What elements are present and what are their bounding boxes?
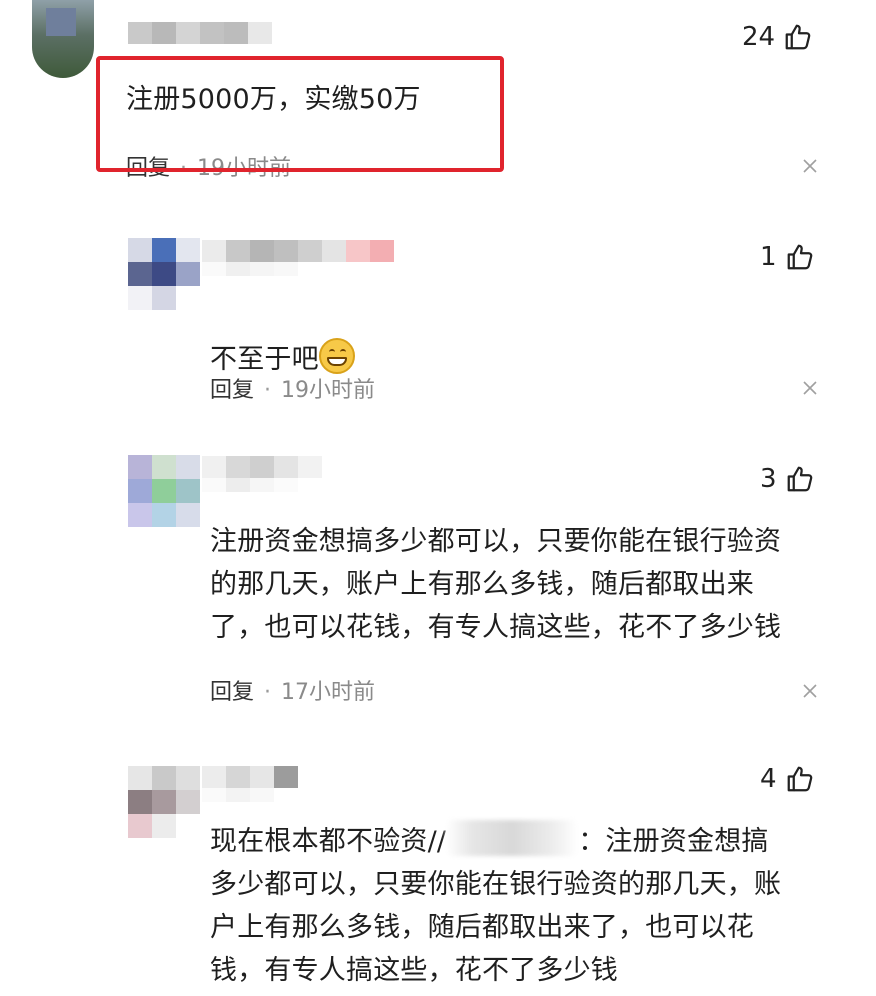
thumbs-up-icon	[787, 244, 812, 270]
like-button[interactable]: 4	[760, 764, 815, 794]
like-count: 3	[760, 464, 777, 494]
grinning-face-icon	[318, 338, 355, 374]
avatar[interactable]	[128, 766, 200, 838]
comment-text: 不至于吧	[210, 344, 319, 375]
mention-blurred	[446, 820, 579, 856]
avatar[interactable]	[32, 0, 94, 78]
like-button[interactable]: 24	[742, 22, 813, 52]
username-blurred	[202, 766, 298, 802]
like-count: 24	[742, 22, 776, 52]
reply-button[interactable]: 回复	[210, 378, 254, 403]
timestamp: 17小时前	[281, 680, 376, 705]
like-count: 1	[760, 242, 777, 272]
close-icon[interactable]	[802, 380, 818, 396]
comment-text: 注册资金想搞多少都可以，只要你能在银行验资 的那几天，账户上有那么多钱，随后都取…	[210, 526, 782, 643]
like-count: 4	[760, 764, 777, 794]
like-button[interactable]: 1	[760, 242, 815, 272]
highlight-box	[96, 56, 504, 172]
username-blurred	[128, 22, 272, 44]
thumbs-up-icon	[787, 766, 812, 792]
username-blurred	[202, 240, 394, 276]
close-icon[interactable]	[802, 158, 818, 174]
timestamp: 19小时前	[281, 378, 376, 403]
comment-text-prefix: 现在根本都不验资//	[210, 826, 447, 857]
close-icon[interactable]	[802, 683, 818, 699]
comment-text-rest: 多少都可以，只要你能在银行验资的那几天，账 户上有那么多钱，随后都取出来了，也可…	[210, 869, 782, 986]
comment-meta: 回复 · 17小时前	[210, 680, 376, 705]
thumbs-up-icon	[787, 466, 812, 492]
comment-text-block: 现在根本都不验资// ：注册资金想搞 多少都可以，只要你能在银行验资的那几天，账 …	[210, 820, 781, 992]
comment-meta: 回复 · 19小时前	[210, 378, 376, 403]
comment-text-row: 不至于吧	[210, 295, 355, 381]
like-button[interactable]: 3	[760, 464, 815, 494]
avatar[interactable]	[128, 455, 200, 527]
thumbs-up-icon	[785, 24, 811, 50]
username-blurred	[202, 456, 322, 492]
avatar[interactable]	[128, 238, 200, 310]
reply-button[interactable]: 回复	[210, 680, 254, 705]
comment-text-suffix: ：注册资金想搞	[578, 826, 769, 857]
